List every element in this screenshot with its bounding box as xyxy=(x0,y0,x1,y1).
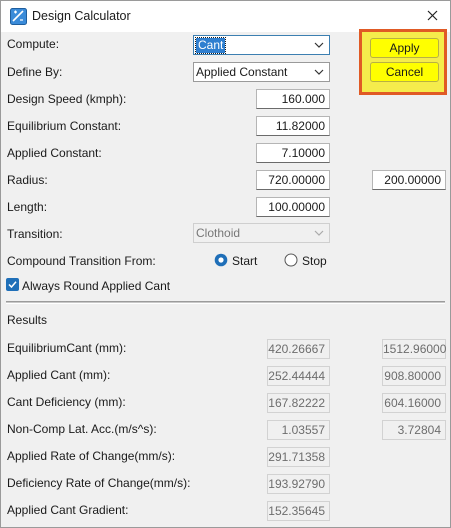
result-value: 167.82222 xyxy=(267,393,330,413)
result-label: EquilibriumCant (mm): xyxy=(7,341,127,355)
result-value-2: 908.80000 xyxy=(382,366,446,386)
compound-transition-label: Compound Transition From: xyxy=(7,254,156,268)
compute-value: Cant xyxy=(194,37,227,54)
design-calculator-window: Design Calculator Compute: Cant Define B… xyxy=(0,0,451,528)
window-title: Design Calculator xyxy=(32,9,131,23)
applied-constant-label: Applied Constant: xyxy=(7,146,102,160)
design-speed-label: Design Speed (kmph): xyxy=(7,92,127,106)
stop-radio[interactable] xyxy=(284,253,298,267)
result-value: 152.35645 xyxy=(267,501,330,521)
result-value: 291.71358 xyxy=(267,447,330,467)
applied-constant-input[interactable]: 7.10000 xyxy=(256,143,330,163)
result-label: Applied Rate of Change(mm/s): xyxy=(7,449,176,463)
result-label: Deficiency Rate of Change(mm/s): xyxy=(7,476,191,490)
checkmark-icon xyxy=(8,281,17,289)
radius-input-2[interactable]: 200.00000 xyxy=(372,170,446,190)
transition-label: Transition: xyxy=(7,227,63,241)
equilibrium-constant-input[interactable]: 11.82000 xyxy=(256,116,330,136)
chevron-down-icon xyxy=(314,42,324,48)
start-radio-label: Start xyxy=(232,254,258,268)
cancel-button[interactable]: Cancel xyxy=(370,62,439,82)
stop-radio-label: Stop xyxy=(302,254,327,268)
always-round-checkbox[interactable] xyxy=(6,278,19,291)
app-icon xyxy=(10,8,27,25)
result-value: 252.44444 xyxy=(267,366,330,386)
start-radio[interactable] xyxy=(214,253,228,267)
define-by-label: Define By: xyxy=(7,65,63,79)
apply-button[interactable]: Apply xyxy=(370,38,439,58)
result-label: Non-Comp Lat. Acc.(m/s^s): xyxy=(7,422,157,436)
close-button[interactable] xyxy=(417,3,447,29)
result-label: Applied Cant (mm): xyxy=(7,368,111,382)
length-input[interactable]: 100.00000 xyxy=(256,197,330,217)
result-value: 1.03557 xyxy=(267,420,330,440)
design-speed-input[interactable]: 160.000 xyxy=(256,89,330,109)
radius-label: Radius: xyxy=(7,173,48,187)
result-value: 193.92790 xyxy=(267,474,330,494)
results-heading: Results xyxy=(7,313,48,327)
close-icon xyxy=(427,10,437,21)
length-label: Length: xyxy=(7,200,48,214)
result-value-2: 1512.96000 xyxy=(382,339,446,359)
chevron-down-icon xyxy=(314,69,324,75)
result-value: 420.26667 xyxy=(267,339,330,359)
define-by-value: Applied Constant xyxy=(196,65,288,79)
compute-dropdown[interactable]: Cant xyxy=(193,35,330,55)
section-divider xyxy=(6,301,445,304)
transition-dropdown: Clothoid xyxy=(193,223,330,243)
define-by-dropdown[interactable]: Applied Constant xyxy=(193,62,330,82)
compute-label: Compute: xyxy=(7,37,60,51)
always-round-label: Always Round Applied Cant xyxy=(22,279,171,293)
result-label: Applied Cant Gradient: xyxy=(7,503,129,517)
title-bar: Design Calculator xyxy=(1,1,450,32)
equilibrium-constant-label: Equilibrium Constant: xyxy=(7,119,122,133)
radius-input[interactable]: 720.00000 xyxy=(256,170,330,190)
transition-value: Clothoid xyxy=(196,226,241,240)
result-value-2: 604.16000 xyxy=(382,393,446,413)
result-value-2: 3.72804 xyxy=(382,420,446,440)
chevron-down-icon xyxy=(314,230,324,236)
result-label: Cant Deficiency (mm): xyxy=(7,395,126,409)
